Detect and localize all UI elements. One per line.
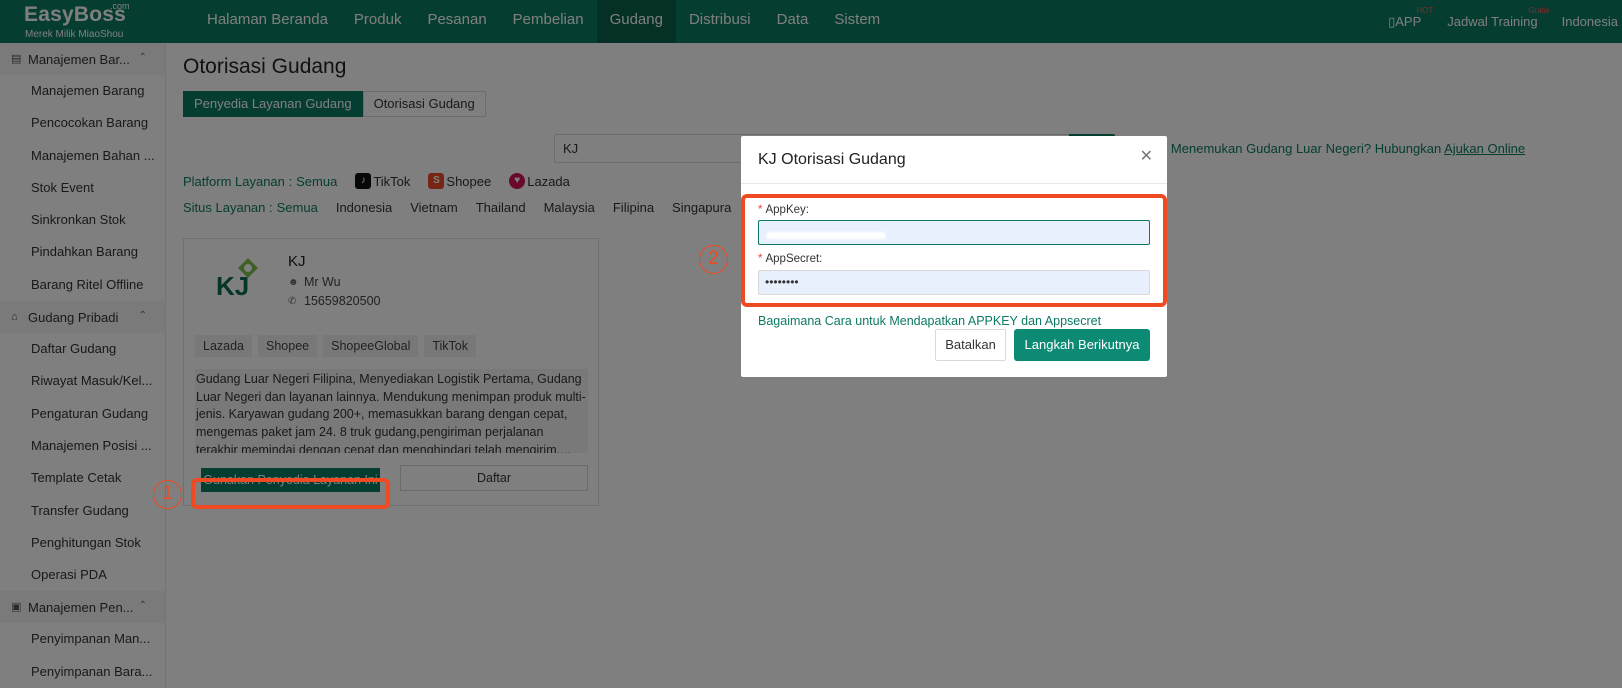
modal-divider bbox=[741, 183, 1167, 184]
annotation-number-1: 1 bbox=[153, 480, 182, 509]
help-link[interactable]: Bagaimana Cara untuk Mendapatkan APPKEY … bbox=[758, 314, 1101, 328]
annotation-box-2 bbox=[741, 194, 1167, 307]
annotation-box-1 bbox=[191, 478, 390, 509]
modal-title: KJ Otorisasi Gudang bbox=[758, 151, 906, 168]
next-step-button[interactable]: Langkah Berikutnya bbox=[1014, 329, 1150, 361]
annotation-number-2: 2 bbox=[699, 245, 728, 274]
close-icon[interactable]: ✕ bbox=[1140, 146, 1153, 166]
cancel-button[interactable]: Batalkan bbox=[935, 329, 1006, 361]
